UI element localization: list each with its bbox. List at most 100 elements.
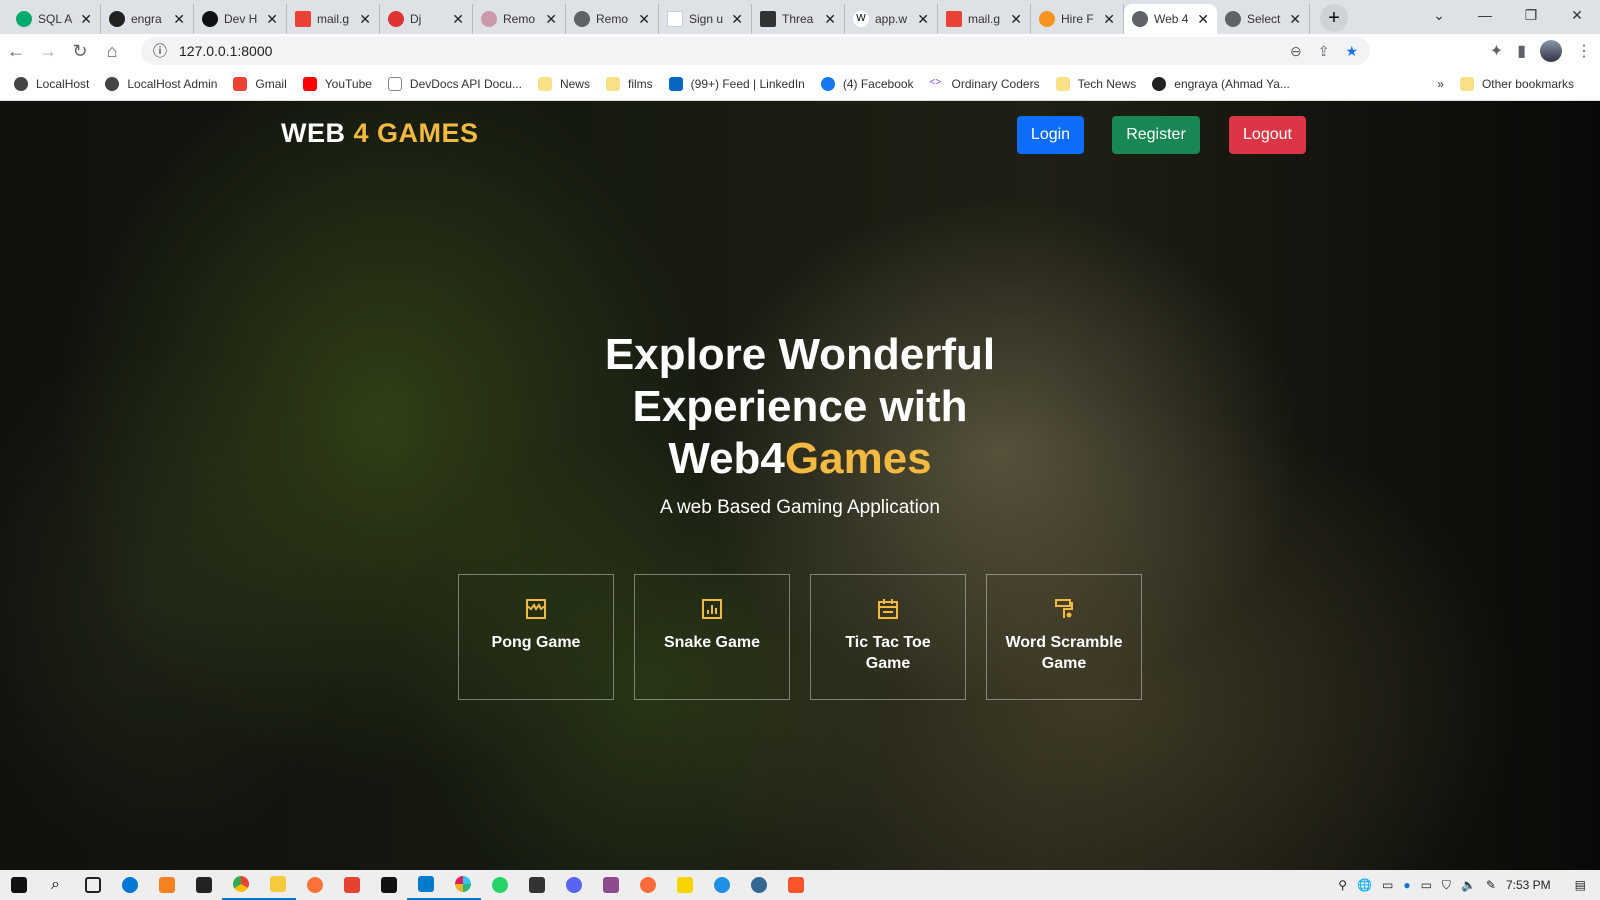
people-icon[interactable]: ⚲ [1338,878,1347,892]
discord-icon[interactable] [555,870,592,900]
close-icon[interactable]: ✕ [1289,11,1301,28]
close-icon[interactable]: ✕ [1197,11,1209,28]
postman-icon[interactable] [629,870,666,900]
share-icon[interactable]: ⇪ [1318,43,1330,60]
clock[interactable]: 7:53 PM [1506,878,1551,892]
vscode-icon[interactable] [407,870,444,900]
back-icon[interactable]: ← [0,41,32,62]
browser-tab[interactable]: Select ✕ [1217,4,1310,34]
close-icon[interactable]: ✕ [452,11,464,28]
close-icon[interactable]: ✕ [917,11,929,28]
logout-button[interactable]: Logout [1229,116,1306,154]
menu-icon[interactable]: ⋮ [1576,41,1592,61]
slack-icon[interactable] [444,870,481,900]
new-tab-button[interactable]: + [1320,4,1348,32]
firefox-icon[interactable] [296,870,333,900]
pen-icon[interactable]: ✎ [1486,878,1496,892]
bookmark[interactable]: engraya (Ahmad Ya... [1152,77,1290,91]
notes-icon[interactable] [666,870,703,900]
reload-icon[interactable]: ↻ [64,41,96,62]
search-icon[interactable]: ⌕ [37,870,74,900]
battery-icon[interactable]: ▭ [1382,878,1393,892]
browser-tab[interactable]: SQL A ✕ [8,4,101,34]
mail-icon[interactable] [370,870,407,900]
close-window-button[interactable]: ✕ [1554,0,1600,30]
browser-tab[interactable]: Sign u ✕ [659,4,752,34]
network-icon[interactable]: ▭ [1421,878,1432,892]
bookmark[interactable]: LocalHost [14,77,89,91]
bookmark-folder[interactable]: films [605,77,653,91]
browser-tab[interactable]: mail.g ✕ [287,4,380,34]
todoist-icon[interactable] [333,870,370,900]
edge-icon[interactable] [111,870,148,900]
restore-button[interactable]: ❐ [1508,0,1554,30]
start-icon[interactable] [0,870,37,900]
chrome-icon[interactable] [222,870,259,900]
sublime-icon[interactable] [148,870,185,900]
minimize-button[interactable]: — [1462,0,1508,30]
info-icon[interactable]: ⓘ [153,41,167,61]
game-card-pong[interactable]: Pong Game [458,574,614,700]
close-icon[interactable]: ✕ [1103,11,1115,28]
close-icon[interactable]: ✕ [1010,11,1022,28]
profile-avatar[interactable] [1540,40,1562,62]
browser-tab[interactable]: Dev H ✕ [194,4,287,34]
forward-icon[interactable]: → [32,41,64,62]
file-explorer-icon[interactable] [259,870,296,900]
close-icon[interactable]: ✕ [359,11,371,28]
game-card-snake[interactable]: Snake Game [634,574,790,700]
close-icon[interactable]: ✕ [266,11,278,28]
bluetooth-icon[interactable]: ● [1403,878,1410,892]
close-icon[interactable]: ✕ [80,11,92,28]
bookmark[interactable]: DevDocs API Docu... [387,77,522,91]
bookmark[interactable]: (99+) Feed | LinkedIn [668,77,805,91]
bookmark[interactable]: YouTube [302,77,372,91]
game-card-word-scramble[interactable]: Word Scramble Game [986,574,1142,700]
browser-tab[interactable]: Threa ✕ [752,4,845,34]
close-icon[interactable]: ✕ [731,11,743,28]
bookmark-folder[interactable]: Tech News [1055,77,1136,91]
url-text[interactable]: 127.0.0.1:8000 [179,43,272,59]
m-app-icon[interactable] [592,870,629,900]
browser-tab[interactable]: Dj ✕ [380,4,473,34]
home-icon[interactable]: ⌂ [96,41,128,62]
bookmark[interactable]: Gmail [233,77,287,91]
browser-tab[interactable]: Hire F ✕ [1031,4,1124,34]
close-icon[interactable]: ✕ [173,11,185,28]
other-bookmarks[interactable]: Other bookmarks [1459,77,1574,91]
browser-tab[interactable]: Wapp.w ✕ [845,4,938,34]
browser-tab[interactable]: Remo ✕ [566,4,659,34]
close-icon[interactable]: ✕ [545,11,557,28]
language-icon[interactable]: 🌐 [1357,878,1372,892]
register-button[interactable]: Register [1112,116,1200,154]
close-icon[interactable]: ✕ [824,11,836,28]
security-icon[interactable]: ⛉ [1442,878,1451,893]
extensions-icon[interactable]: ✦ [1490,41,1503,61]
brave-icon[interactable] [777,870,814,900]
tab-search-icon[interactable]: ⌄ [1416,0,1462,30]
login-button[interactable]: Login [1017,116,1084,154]
task-view-icon[interactable] [74,870,111,900]
bookmark[interactable]: <> Ordinary Coders [930,77,1040,91]
volume-icon[interactable]: 🔈 [1461,878,1476,892]
bookmark-star-icon[interactable]: ★ [1345,43,1358,60]
bookmarks-overflow[interactable]: » [1437,77,1444,91]
side-panel-icon[interactable]: ▮ [1517,41,1526,61]
zoom-icon[interactable]: ⊖ [1290,43,1302,60]
bookmark-folder[interactable]: News [537,77,590,91]
store-icon[interactable] [185,870,222,900]
postgres-icon[interactable] [740,870,777,900]
docker-icon[interactable] [703,870,740,900]
bookmark[interactable]: (4) Facebook [820,77,914,91]
browser-tab-active[interactable]: Web 4 ✕ [1124,4,1217,34]
sticky-notes-icon[interactable] [518,870,555,900]
whatsapp-icon[interactable] [481,870,518,900]
address-bar[interactable]: ⓘ 127.0.0.1:8000 ⊖ ⇪ ★ [141,37,1370,65]
browser-tab[interactable]: engra ✕ [101,4,194,34]
game-card-tic-tac-toe[interactable]: Tic Tac Toe Game [810,574,966,700]
browser-tab[interactable]: Remo ✕ [473,4,566,34]
bookmark[interactable]: LocalHost Admin [105,77,217,91]
site-logo[interactable]: WEB 4 GAMES [281,118,479,149]
notifications-icon[interactable]: ▤ [1575,878,1586,892]
close-icon[interactable]: ✕ [638,11,650,28]
